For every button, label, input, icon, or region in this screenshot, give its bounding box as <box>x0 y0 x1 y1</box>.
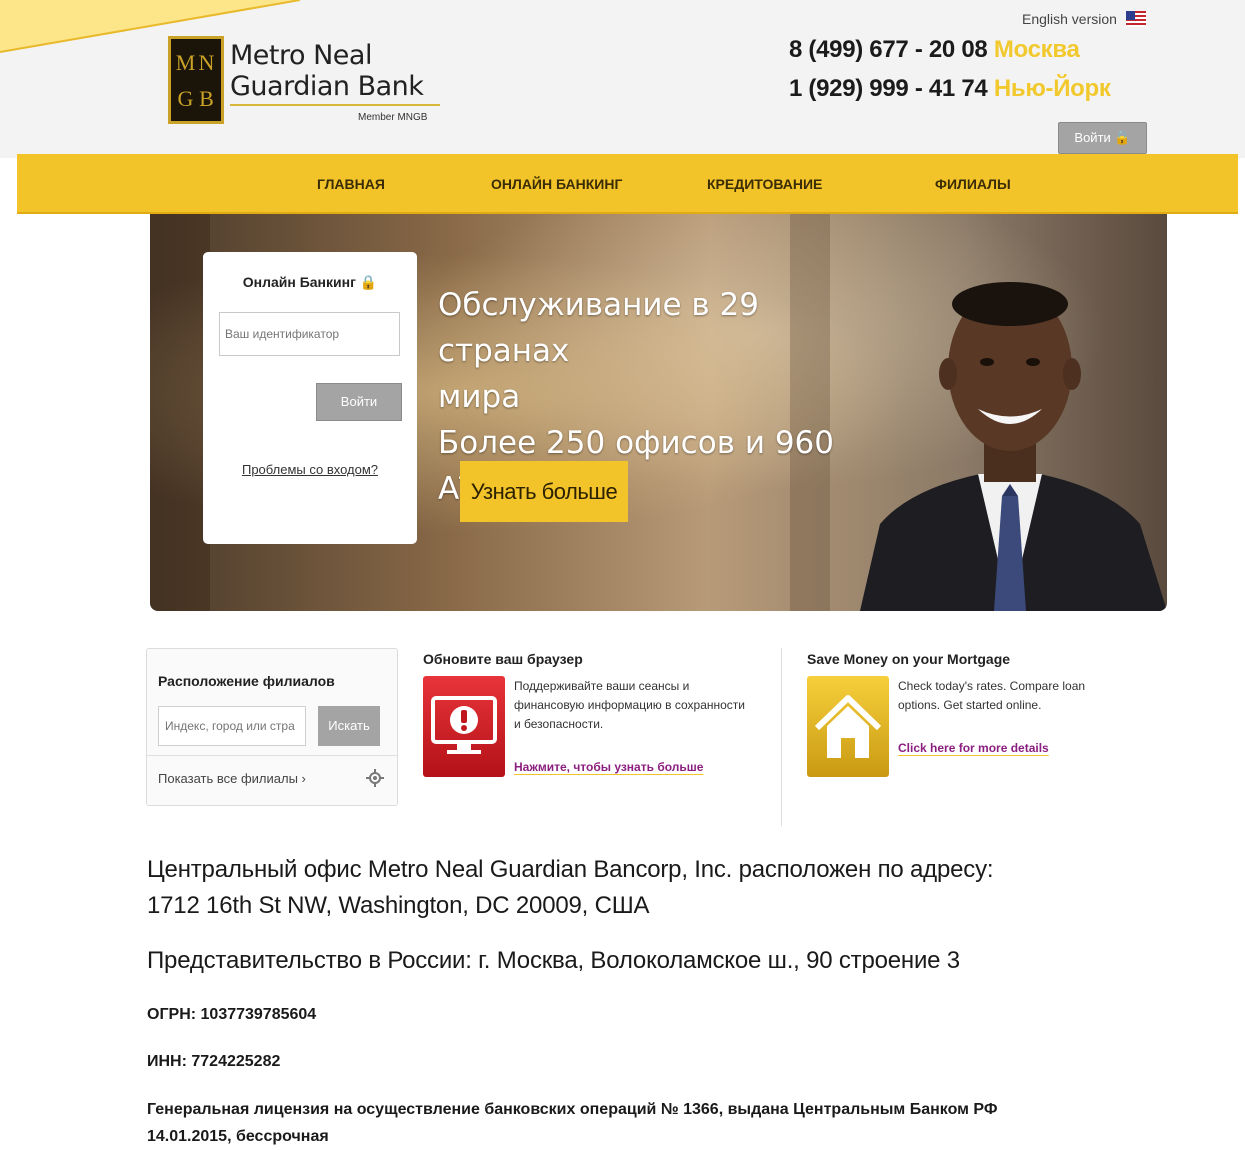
house-icon[interactable] <box>807 676 889 777</box>
online-banking-card: Онлайн Банкинг 🔒 Войти Проблемы со входо… <box>203 252 417 544</box>
logo-letter: N <box>198 50 215 75</box>
phone-city: Нью-Йорк <box>993 75 1111 102</box>
main-nav: ГЛАВНАЯ ОНЛАЙН БАНКИНГ КРЕДИТОВАНИЕ ФИЛИ… <box>17 154 1238 214</box>
browser-learn-more-link[interactable]: Нажмите, чтобы узнать больше <box>514 760 703 774</box>
browser-widget-text-line: и безопасности. <box>514 717 604 731</box>
logo-letter: G <box>177 86 194 111</box>
logo-letter: M <box>175 50 196 75</box>
online-banking-title: Онлайн Банкинг 🔒 <box>242 274 378 290</box>
bank-logo[interactable]: M N G B Metro Neal Guardian Bank Member … <box>168 36 448 128</box>
widget-divider <box>781 648 782 826</box>
hero-banner: Онлайн Банкинг 🔒 Войти Проблемы со входо… <box>150 214 1167 611</box>
mortgage-details-link[interactable]: Click here for more details <box>898 741 1049 755</box>
logo-member-text: Member MNGB <box>358 112 428 123</box>
us-flag-icon[interactable] <box>1126 11 1146 27</box>
branch-divider <box>147 755 397 756</box>
locate-icon[interactable] <box>366 769 384 787</box>
browser-widget-title: Обновите ваш браузер <box>423 651 583 667</box>
phone-city: Москва <box>993 36 1080 63</box>
online-login-button[interactable]: Войти <box>316 383 402 421</box>
phone-number: 8 (499) 677 - 20 08 <box>789 36 988 63</box>
english-version-link[interactable]: English version <box>1022 11 1117 27</box>
branch-search-input[interactable] <box>158 706 306 746</box>
phone-moscow: 8 (499) 677 - 20 08 Москва <box>789 36 1080 64</box>
branch-finder-title: Расположение филиалов <box>158 673 335 689</box>
alert-monitor-icon[interactable] <box>423 676 505 777</box>
address-line: Центральный офис Metro Neal Guardian Ban… <box>147 856 994 883</box>
mortgage-widget-title: Save Money on your Mortgage <box>807 651 1011 667</box>
logo-name: Metro Neal Guardian Bank <box>230 40 424 102</box>
nav-item-branches[interactable]: ФИЛИАЛЫ <box>935 176 1011 192</box>
login-problem-link[interactable]: Проблемы со входом? <box>203 462 417 477</box>
russia-representative: Представительство в России: г. Москва, В… <box>147 947 960 974</box>
branch-finder: Расположение филиалов Искать Показать вс… <box>146 648 398 806</box>
branch-search-button[interactable]: Искать <box>318 706 380 746</box>
nav-item-home[interactable]: ГЛАВНАЯ <box>317 176 385 192</box>
nav-item-online-banking[interactable]: ОНЛАЙН БАНКИНГ <box>491 176 622 192</box>
logo-letter: B <box>199 86 214 111</box>
banking-license: Генеральная лицензия на осуществление ба… <box>147 1096 1147 1150</box>
head-office-address: Центральный офис Metro Neal Guardian Ban… <box>147 852 1127 924</box>
ogrn-number: ОГРН: 1037739785604 <box>147 1006 317 1023</box>
hero-headline-line: мира <box>438 379 521 415</box>
mortgage-widget-text-line: options. Get started online. <box>898 698 1042 712</box>
hero-headline-line: Обслуживание в 29 странах <box>438 287 759 369</box>
address-line: 1712 16th St NW, Washington, DC 20009, С… <box>147 892 650 919</box>
mortgage-widget-text-line: Check today's rates. Compare loan <box>898 679 1086 693</box>
user-id-input[interactable] <box>219 312 400 356</box>
nav-item-lending[interactable]: КРЕДИТОВАНИЕ <box>707 176 822 192</box>
phone-number: 1 (929) 999 - 41 74 <box>789 75 988 102</box>
browser-widget-text-line: финансовую информацию в сохранности <box>514 698 745 712</box>
banker-photo <box>860 282 1167 611</box>
logo-name-line2: Guardian Bank <box>230 71 424 102</box>
mortgage-widget-text: Check today's rates. Compare loan option… <box>898 677 1085 715</box>
logo-underline <box>230 104 440 106</box>
header-login-button[interactable]: Войти 🔒 <box>1058 122 1147 154</box>
logo-monogram: M N G B <box>168 36 224 124</box>
inn-number: ИНН: 7724225282 <box>147 1053 281 1070</box>
browser-widget-text-line: Поддерживайте ваши сеансы и <box>514 679 690 693</box>
logo-name-line1: Metro Neal <box>230 40 372 71</box>
browser-widget-text: Поддерживайте ваши сеансы и финансовую и… <box>514 677 745 734</box>
license-line: 14.01.2015, бессрочная <box>147 1128 329 1145</box>
learn-more-button[interactable]: Узнать больше <box>460 461 628 522</box>
license-line: Генеральная лицензия на осуществление ба… <box>147 1101 998 1118</box>
show-all-branches-link[interactable]: Показать все филиалы › <box>158 771 306 786</box>
hero-background-shade <box>150 214 210 611</box>
phone-newyork: 1 (929) 999 - 41 74 Нью-Йорк <box>789 75 1111 103</box>
